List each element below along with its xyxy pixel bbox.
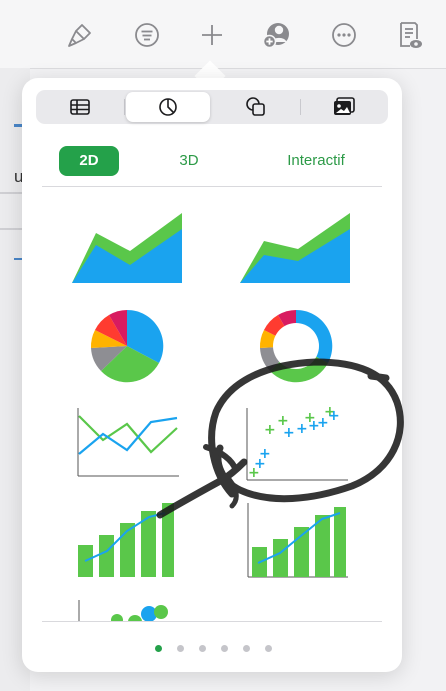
ellipsis-icon <box>332 23 356 47</box>
table-icon <box>70 99 90 115</box>
page-dot[interactable] <box>199 645 206 652</box>
stacked-area-chart-thumbnail[interactable] <box>240 211 355 291</box>
svg-text:+: + <box>259 446 271 462</box>
pie-chart-thumbnail[interactable] <box>89 308 165 389</box>
scatter-chart-thumbnail[interactable]: + + + + + + + + + + + + <box>244 404 350 487</box>
tab-media[interactable] <box>302 92 386 122</box>
document-eye-icon <box>400 22 422 48</box>
add-person-icon <box>262 23 289 49</box>
subtab-2d[interactable]: 2D <box>59 146 119 176</box>
view-button[interactable] <box>393 18 427 52</box>
svg-text:+: + <box>328 408 340 424</box>
paintbrush-icon <box>68 24 91 47</box>
svg-text:+: + <box>317 415 329 431</box>
svg-text:+: + <box>264 422 276 438</box>
photo-icon <box>334 97 355 115</box>
line-chart-thumbnail[interactable] <box>75 406 181 483</box>
plus-icon <box>202 25 222 45</box>
tab-table[interactable] <box>38 92 122 122</box>
footer-divider <box>42 621 382 622</box>
page-dot[interactable] <box>265 645 272 652</box>
document-rule <box>0 192 22 194</box>
tab-chart[interactable] <box>126 92 210 122</box>
svg-text:+: + <box>296 421 308 437</box>
page-dot[interactable] <box>177 645 184 652</box>
insert-popover: 2D 3D Interactif + + + + + + + + + + + + <box>22 78 402 672</box>
tab-shape[interactable] <box>214 92 298 122</box>
more-button[interactable] <box>327 18 361 52</box>
bar-line-chart-framed-thumbnail[interactable] <box>246 501 350 584</box>
subtab-3d[interactable]: 3D <box>169 146 209 176</box>
segment-divider <box>300 99 301 115</box>
text-lines-icon <box>135 23 159 47</box>
bar-line-chart-thumbnail[interactable] <box>75 501 175 582</box>
format-button[interactable] <box>130 18 164 52</box>
donut-chart-thumbnail[interactable] <box>258 308 334 389</box>
document-rule <box>0 228 22 230</box>
header-divider <box>42 186 382 187</box>
collaborate-button[interactable] <box>260 18 294 52</box>
brush-button[interactable] <box>63 18 97 52</box>
page-dot[interactable] <box>221 645 228 652</box>
insert-button[interactable] <box>195 18 229 52</box>
top-toolbar <box>0 0 446 69</box>
shapes-icon <box>246 97 265 116</box>
bubble-chart-thumbnail[interactable] <box>77 598 177 622</box>
insert-category-control <box>36 90 388 124</box>
area-chart-thumbnail[interactable] <box>72 211 187 291</box>
pie-chart-icon <box>159 98 177 116</box>
svg-text:+: + <box>283 425 295 441</box>
segment-divider <box>124 99 125 115</box>
page-dot[interactable] <box>243 645 250 652</box>
page-dot[interactable] <box>155 645 162 652</box>
subtab-interactif[interactable]: Interactif <box>271 146 361 176</box>
